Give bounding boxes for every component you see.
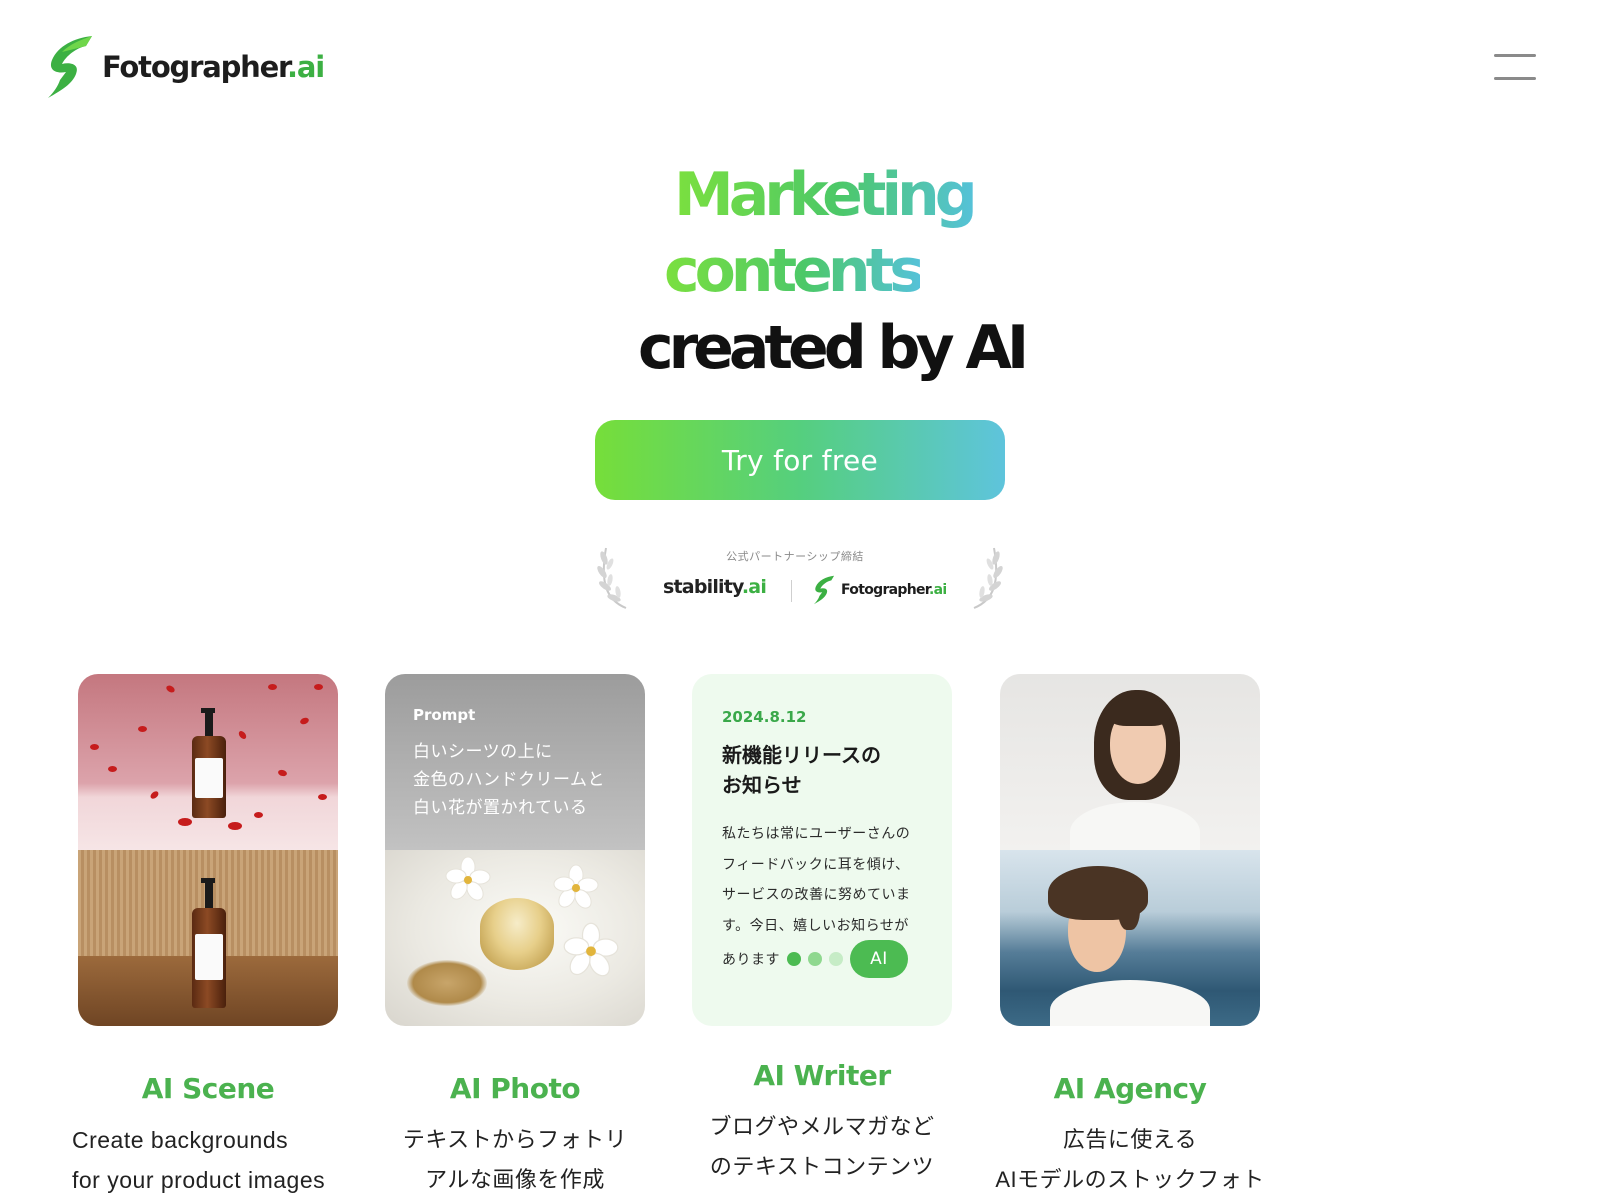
- ai-writer-description: ブログやメルマガなど のテキストコンテンツ: [709, 1114, 935, 1179]
- ai-badge: AI: [850, 940, 908, 978]
- post-date: 2024.8.12: [722, 708, 807, 726]
- laurel-right-icon: [973, 547, 1003, 609]
- hero-heading-line-3: created by AI: [638, 313, 1029, 383]
- ai-agency-description: 広告に使える AIモデルのストックフォト: [995, 1127, 1265, 1192]
- post-body: 私たちは常にユーザーさんの フィードバックに耳を傾け、 サービスの改善に努めてい…: [722, 818, 922, 978]
- model-portrait-man: [1000, 850, 1260, 1026]
- typing-dot: [787, 952, 801, 966]
- post-title: 新機能リリースの お知らせ: [722, 743, 881, 797]
- fotographer-logo-icon: [48, 36, 92, 98]
- laurel-left-icon: [597, 547, 627, 609]
- fotographer-logo-icon: [813, 575, 835, 605]
- prompt-line: 白い花が置かれている: [413, 798, 588, 817]
- ai-scene-description: Create backgrounds for your product imag…: [72, 1127, 326, 1193]
- hero-heading-line-1: Marketing: [674, 157, 978, 233]
- prompt-line: 白いシーツの上に: [413, 742, 553, 761]
- partnership-caption: 公式パートナーシップ締結: [726, 551, 864, 563]
- hand-cream-image: [385, 850, 645, 1026]
- hamburger-menu-icon[interactable]: [1494, 52, 1536, 82]
- product-scene-image-wood: [78, 850, 338, 1026]
- logo-text: Fotographer.ai: [102, 50, 325, 84]
- ai-photo-card[interactable]: Prompt 白いシーツの上に 金色のハンドクリームと 白い花が置かれている: [385, 674, 645, 1026]
- flower-icon: [563, 922, 619, 977]
- model-portrait-woman: [1000, 674, 1260, 850]
- stability-ai-logo: stability.ai: [663, 576, 767, 598]
- ai-scene-title[interactable]: AI Scene: [48, 1072, 368, 1105]
- partner-divider: [791, 580, 792, 602]
- try-for-free-button[interactable]: Try for free: [595, 420, 1005, 500]
- prompt-panel: Prompt 白いシーツの上に 金色のハンドクリームと 白い花が置かれている: [385, 674, 645, 850]
- site-logo[interactable]: Fotographer.ai: [46, 34, 325, 100]
- fotographer-partner-logo: Fotographer.ai: [813, 574, 947, 606]
- ai-photo-title[interactable]: AI Photo: [355, 1072, 675, 1105]
- ai-writer-card[interactable]: 2024.8.12 新機能リリースの お知らせ 私たちは常にユーザーさんの フィ…: [692, 674, 952, 1026]
- ai-photo-description: テキストからフォトリ アルな画像を作成: [402, 1127, 628, 1192]
- ai-writer-title[interactable]: AI Writer: [662, 1059, 982, 1092]
- typing-dot: [829, 952, 843, 966]
- typing-dot: [808, 952, 822, 966]
- ai-agency-card[interactable]: [1000, 674, 1260, 1026]
- flower-icon: [445, 856, 491, 901]
- ai-agency-title[interactable]: AI Agency: [970, 1072, 1290, 1105]
- product-scene-image-petals: [78, 674, 338, 850]
- hero-heading-line-2: contents: [664, 233, 925, 309]
- flower-icon: [553, 864, 599, 909]
- prompt-line: 金色のハンドクリームと: [413, 770, 605, 789]
- ai-scene-card[interactable]: [78, 674, 338, 1026]
- prompt-label: Prompt: [413, 706, 476, 724]
